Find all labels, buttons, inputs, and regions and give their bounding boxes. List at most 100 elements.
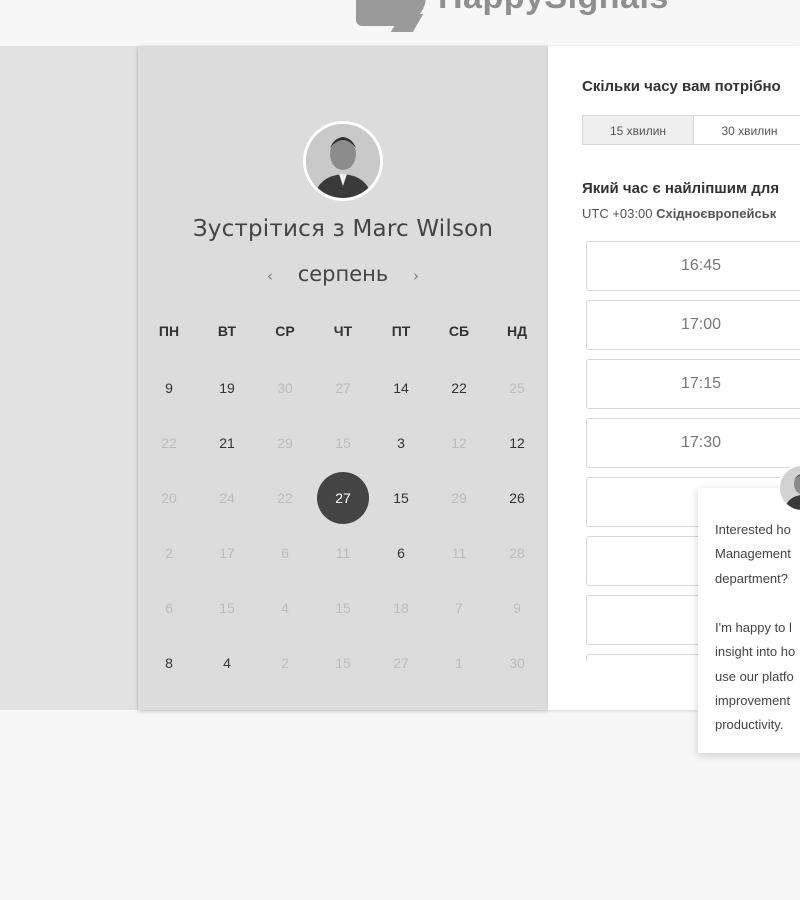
calendar-days-grid: 9 19 30 27 14 22 25 22 21 29 15 3 12 12 20 24 22 27 15 29 26… (140, 360, 546, 690)
weekday-label: ЧТ (333, 323, 353, 339)
calendar-day-number: 26 (509, 489, 525, 506)
calendar-day: 29 (256, 415, 314, 470)
calendar-day-number: 15 (335, 434, 351, 451)
chat-text-line: improvement (715, 693, 791, 708)
calendar-day-number: 2 (165, 544, 173, 561)
calendar-day-number: 22 (161, 434, 177, 451)
time-slot-button[interactable]: 17:15 (586, 359, 800, 409)
timezone-name: Східноєвропейськ (656, 206, 777, 221)
calendar-day-selected[interactable]: 27 (314, 470, 372, 525)
chat-text-line: insight into ho (715, 644, 796, 659)
calendar-day-number: 22 (451, 379, 467, 396)
weekday-label: НД (506, 323, 528, 339)
calendar-day-number: 7 (455, 599, 463, 616)
calendar-day-number: 9 (165, 379, 173, 396)
calendar-day: 11 (314, 525, 372, 580)
calendar-day: 27 (372, 635, 430, 690)
calendar-day: 11 (430, 525, 488, 580)
calendar-day-number: 14 (393, 379, 409, 396)
duration-option-30[interactable]: 30 хвилин (694, 115, 800, 145)
calendar-day-number: 30 (277, 379, 293, 396)
timezone-offset: UTC +03:00 (582, 206, 653, 221)
calendar-day-number: 18 (393, 599, 409, 616)
calendar-day-number: 17 (219, 544, 235, 561)
month-navigation: ‹ серпень › (138, 262, 548, 286)
calendar-day: 22 (256, 470, 314, 525)
calendar-day-number: 12 (451, 434, 467, 451)
calendar-day-number: 29 (451, 489, 467, 506)
calendar-day-number: 22 (277, 489, 293, 506)
calendar-day[interactable]: 15 (372, 470, 430, 525)
user-avatar-icon (303, 121, 383, 201)
calendar-day-number: 8 (165, 654, 173, 671)
calendar-day: 24 (198, 470, 256, 525)
calendar-day: 22 (140, 415, 198, 470)
weekday-label: ВТ (217, 323, 237, 339)
duration-option-15[interactable]: 15 хвилин (582, 115, 694, 145)
calendar-day: 28 (488, 525, 546, 580)
calendar-day: 6 (256, 525, 314, 580)
prev-month-icon[interactable]: ‹ (249, 267, 291, 285)
calendar-day[interactable]: 26 (488, 470, 546, 525)
calendar-day-number: 27 (317, 471, 369, 524)
calendar-day-number: 6 (281, 544, 289, 561)
chat-text-line: productivity. (715, 717, 784, 732)
calendar-day: 1 (430, 635, 488, 690)
calendar-day: 18 (372, 580, 430, 635)
calendar-day-number: 6 (397, 544, 405, 561)
time-slot-button[interactable]: 17:30 (586, 418, 800, 468)
calendar-day-number: 15 (335, 599, 351, 616)
chat-text-line: use our platfo (715, 669, 794, 684)
calendar-day-number: 11 (451, 544, 467, 561)
weekday-header: ПН ВТ СР ЧТ ПТ СБ НД (140, 323, 546, 339)
calendar-day[interactable]: 14 (372, 360, 430, 415)
top-header: HappySignals (0, 0, 800, 44)
calendar-day: 2 (140, 525, 198, 580)
calendar-day-number: 6 (165, 599, 173, 616)
timezone-label[interactable]: UTC +03:00 Східноєвропейськ (582, 206, 776, 221)
calendar-day[interactable]: 22 (430, 360, 488, 415)
calendar-day-number: 28 (509, 544, 525, 561)
time-slot-button[interactable]: 16:45 (586, 241, 800, 291)
calendar-day-number: 12 (509, 434, 525, 451)
calendar-day-number: 19 (219, 379, 235, 396)
calendar-day-number: 1 (455, 654, 463, 671)
calendar-day: 17 (198, 525, 256, 580)
calendar-day: 7 (430, 580, 488, 635)
calendar-day: 6 (140, 580, 198, 635)
calendar-day[interactable]: 9 (140, 360, 198, 415)
calendar-day[interactable]: 12 (488, 415, 546, 470)
calendar-day-number: 11 (335, 544, 351, 561)
time-slot-button[interactable]: 17:00 (586, 300, 800, 350)
calendar-day-number: 25 (509, 379, 525, 396)
background-panel (0, 46, 138, 710)
calendar-day: 30 (488, 635, 546, 690)
calendar-day[interactable]: 8 (140, 635, 198, 690)
calendar-day: 2 (256, 635, 314, 690)
calendar-day[interactable]: 3 (372, 415, 430, 470)
calendar-day: 29 (430, 470, 488, 525)
calendar-day: 9 (488, 580, 546, 635)
duration-selector: 15 хвилин 30 хвилин (582, 115, 800, 145)
meeting-title: Зустрітися з Marc Wilson (192, 216, 494, 242)
calendar-day: 15 (198, 580, 256, 635)
calendar-day: 4 (256, 580, 314, 635)
chat-text-line: department? (715, 571, 788, 586)
calendar-day-number: 15 (335, 654, 351, 671)
calendar-day: 30 (256, 360, 314, 415)
chat-text-line: Interested ho (715, 522, 791, 537)
next-month-icon[interactable]: › (395, 267, 437, 285)
calendar-day: 15 (314, 580, 372, 635)
calendar-day[interactable]: 21 (198, 415, 256, 470)
calendar-day-number: 15 (393, 489, 409, 506)
calendar-day-number: 30 (509, 654, 525, 671)
calendar-day-number: 2 (281, 654, 289, 671)
weekday-label: ПТ (391, 323, 411, 339)
calendar-day[interactable]: 6 (372, 525, 430, 580)
calendar-day-number: 15 (219, 599, 235, 616)
calendar-day-number: 21 (219, 434, 235, 451)
calendar-day[interactable]: 19 (198, 360, 256, 415)
calendar-day: 20 (140, 470, 198, 525)
calendar-day-number: 20 (161, 489, 177, 506)
calendar-day[interactable]: 4 (198, 635, 256, 690)
